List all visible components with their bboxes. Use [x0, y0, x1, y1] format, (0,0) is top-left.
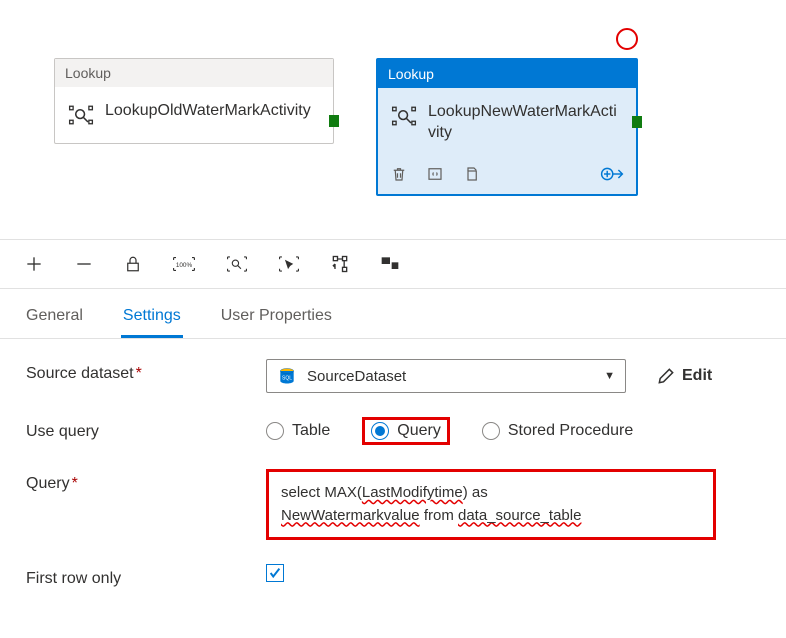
sql-icon: SQL	[277, 366, 297, 386]
edit-button[interactable]: Edit	[656, 366, 712, 386]
activity-name: LookupOldWaterMarkActivity	[105, 101, 311, 122]
activity-type-label: Lookup	[378, 60, 636, 88]
caret-down-icon: ▼	[604, 370, 615, 382]
output-handle[interactable]	[329, 115, 339, 127]
lookup-icon	[390, 102, 418, 130]
radio-table[interactable]: Table	[266, 422, 330, 440]
zoom-100-icon[interactable]: 100%	[172, 255, 196, 273]
select-icon[interactable]	[278, 255, 300, 273]
activity-lookup-new[interactable]: Lookup LookupNewWaterMarkActivity	[376, 58, 638, 196]
code-icon[interactable]	[426, 165, 444, 183]
radio-query[interactable]: Query	[371, 422, 441, 440]
tab-user-properties[interactable]: User Properties	[219, 301, 334, 338]
autolayout-icon[interactable]	[330, 254, 350, 274]
annotation-highlight-query: Query	[362, 417, 450, 445]
radio-stored-procedure[interactable]: Stored Procedure	[482, 422, 633, 440]
svg-text:100%: 100%	[176, 262, 193, 269]
output-handle[interactable]	[632, 116, 642, 128]
svg-text:SQL: SQL	[282, 375, 292, 381]
annotation-circle	[616, 28, 638, 50]
pipeline-canvas[interactable]: Lookup LookupOldWaterMarkActivity Lookup…	[0, 0, 786, 240]
first-row-only-checkbox[interactable]	[266, 564, 284, 582]
activity-lookup-old[interactable]: Lookup LookupOldWaterMarkActivity	[54, 58, 334, 144]
copy-icon[interactable]	[462, 165, 480, 183]
align-icon[interactable]	[380, 255, 400, 273]
source-dataset-label: Source dataset*	[26, 359, 266, 383]
source-dataset-select[interactable]: SQL SourceDataset ▼	[266, 359, 626, 393]
lookup-icon	[67, 101, 95, 129]
remove-icon[interactable]	[74, 254, 94, 274]
add-icon[interactable]	[24, 254, 44, 274]
tab-settings[interactable]: Settings	[121, 301, 183, 338]
tab-general[interactable]: General	[24, 301, 85, 338]
pencil-icon	[656, 366, 676, 386]
query-label: Query*	[26, 469, 266, 493]
activity-type-label: Lookup	[55, 59, 333, 87]
canvas-toolbar: 100%	[0, 240, 786, 289]
query-input[interactable]: select MAX(LastModifytime) as NewWaterma…	[266, 469, 716, 540]
first-row-only-label: First row only	[26, 564, 266, 588]
lock-icon[interactable]	[124, 254, 142, 274]
activity-name: LookupNewWaterMarkActivity	[428, 102, 624, 144]
use-query-label: Use query	[26, 417, 266, 441]
dataset-value: SourceDataset	[307, 368, 594, 385]
delete-icon[interactable]	[390, 165, 408, 183]
add-output-icon[interactable]	[600, 164, 624, 184]
zoom-fit-icon[interactable]	[226, 255, 248, 273]
tab-bar: General Settings User Properties	[0, 289, 786, 339]
settings-form: Source dataset* SQL SourceDataset ▼ Edit…	[0, 339, 786, 632]
